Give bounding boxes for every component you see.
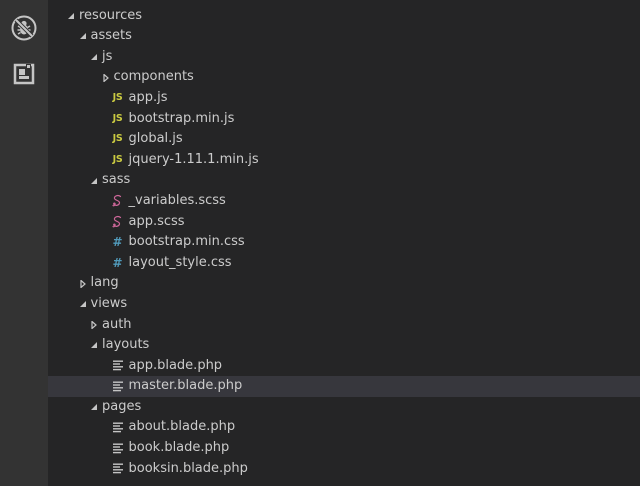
tree-item-label: sass [102, 172, 131, 188]
editor-window: resources assets js components JS app.js JS boo… [0, 0, 640, 486]
text-file-icon [111, 417, 125, 438]
chevron-right-icon[interactable] [89, 315, 99, 336]
tree-item-label: layout_style.css [128, 254, 232, 270]
folder-pages[interactable]: pages [48, 397, 640, 418]
folder-views[interactable]: views [48, 294, 640, 315]
tree-item-label: lang [90, 275, 119, 291]
tree-item-label: app.scss [128, 213, 185, 229]
javascript-file-icon: JS [112, 112, 123, 124]
tree-item-label: bootstrap.min.css [128, 234, 245, 250]
file-booksin-blade-php[interactable]: booksin.blade.php [48, 459, 640, 480]
tree-item-label: bootstrap.min.js [128, 110, 235, 126]
file-app-scss[interactable]: app.scss [48, 212, 640, 233]
folder-auth[interactable]: auth [48, 315, 640, 336]
sass-file-icon [111, 212, 125, 233]
tree-item-label: jquery-1.11.1.min.js [128, 151, 259, 167]
text-file-icon [111, 376, 125, 397]
file-bootstrap-min-js[interactable]: JS bootstrap.min.js [48, 109, 640, 130]
tree-item-label: global.js [128, 131, 183, 147]
folder-sass[interactable]: sass [48, 170, 640, 191]
tree-item-label: app.js [128, 89, 168, 105]
file-master-blade-php[interactable]: master.blade.php [48, 376, 640, 397]
file-global-js[interactable]: JS global.js [48, 129, 640, 150]
folder-assets[interactable]: assets [48, 26, 640, 47]
file-app-js[interactable]: JS app.js [48, 88, 640, 109]
file-tree: resources assets js components JS app.js JS boo… [48, 0, 640, 479]
folder-components[interactable]: components [48, 67, 640, 88]
file-explorer: resources assets js components JS app.js JS boo… [48, 0, 640, 486]
activity-bar [0, 0, 48, 486]
tree-item-label: resources [79, 7, 143, 23]
tree-item-label: master.blade.php [128, 378, 243, 394]
chevron-down-icon[interactable] [89, 170, 99, 191]
chevron-down-icon[interactable] [89, 47, 99, 68]
file-app-blade-php[interactable]: app.blade.php [48, 356, 640, 377]
extensions-icon[interactable] [0, 50, 48, 98]
chevron-down-icon[interactable] [89, 397, 99, 418]
tree-item-label: pages [102, 398, 142, 414]
tree-item-label: views [90, 295, 128, 311]
file-bootstrap-min-css[interactable]: # bootstrap.min.css [48, 232, 640, 253]
text-file-icon [111, 438, 125, 459]
tree-item-label: book.blade.php [128, 440, 230, 456]
file-book-blade-php[interactable]: book.blade.php [48, 438, 640, 459]
text-file-icon [111, 356, 125, 377]
javascript-file-icon: JS [112, 153, 123, 165]
javascript-file-icon: JS [112, 91, 123, 103]
javascript-file-icon: JS [112, 133, 123, 145]
chevron-right-icon[interactable] [78, 273, 88, 294]
chevron-down-icon[interactable] [78, 294, 88, 315]
file-variables-scss[interactable]: _variables.scss [48, 191, 640, 212]
file-jquery-1-11-1-min-js[interactable]: JS jquery-1.11.1.min.js [48, 150, 640, 171]
chevron-down-icon[interactable] [78, 26, 88, 47]
file-layout-style-css[interactable]: # layout_style.css [48, 253, 640, 274]
folder-layouts[interactable]: layouts [48, 335, 640, 356]
chevron-down-icon[interactable] [66, 6, 76, 27]
folder-lang[interactable]: lang [48, 273, 640, 294]
tree-item-label: assets [90, 28, 132, 44]
tree-item-label: _variables.scss [128, 192, 226, 208]
tree-item-label: about.blade.php [128, 419, 236, 435]
tree-item-label: app.blade.php [128, 357, 223, 373]
css-file-icon: # [112, 235, 123, 250]
file-about-blade-php[interactable]: about.blade.php [48, 417, 640, 438]
folder-resources[interactable]: resources [48, 6, 640, 27]
tree-item-label: js [102, 48, 113, 64]
tree-item-label: booksin.blade.php [128, 460, 248, 476]
tree-item-label: auth [102, 316, 132, 332]
css-file-icon: # [112, 255, 123, 270]
tree-item-label: layouts [102, 337, 150, 353]
chevron-down-icon[interactable] [89, 335, 99, 356]
chevron-right-icon[interactable] [101, 67, 111, 88]
tree-item-label: components [113, 69, 194, 85]
folder-js[interactable]: js [48, 47, 640, 68]
text-file-icon [111, 459, 125, 480]
sass-file-icon [111, 191, 125, 212]
debug-disabled-icon[interactable] [0, 4, 48, 52]
